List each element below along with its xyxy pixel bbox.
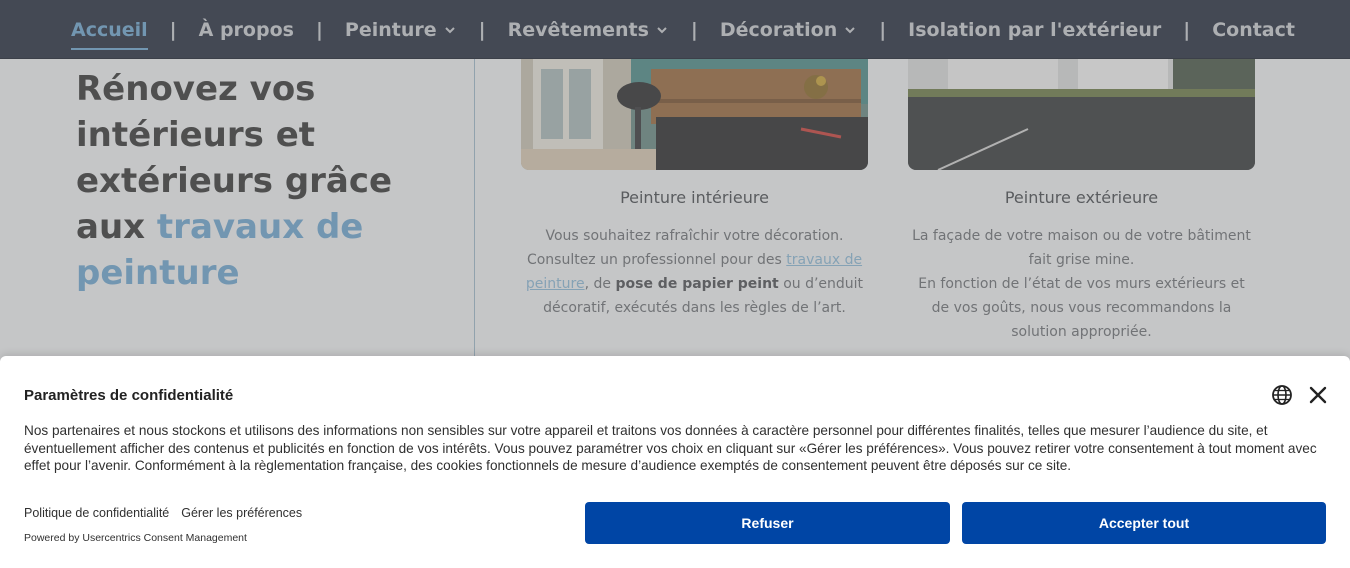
accept-all-button[interactable]: Accepter tout: [962, 502, 1326, 544]
manage-preferences-link[interactable]: Gérer les préférences: [181, 506, 302, 520]
consent-body-text: Nos partenaires et nous stockons et util…: [24, 423, 1317, 473]
privacy-policy-link[interactable]: Politique de confidentialité: [24, 506, 169, 520]
consent-links: Politique de confidentialité Gérer les p…: [24, 506, 302, 520]
close-icon[interactable]: [1307, 384, 1329, 406]
powered-by-text: Powered by Usercentrics Consent Manageme…: [24, 532, 247, 544]
refuse-button[interactable]: Refuser: [585, 502, 950, 544]
consent-title: Paramètres de confidentialité: [24, 387, 234, 404]
globe-icon[interactable]: [1271, 384, 1293, 406]
consent-banner: Paramètres de confidentialité Nos parten…: [0, 356, 1350, 568]
